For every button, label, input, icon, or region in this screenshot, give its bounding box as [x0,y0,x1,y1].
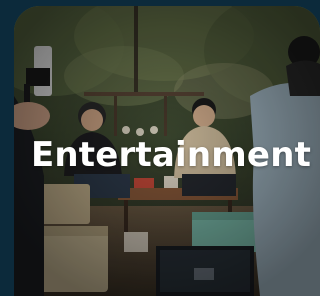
category-tile[interactable]: Entertainment [0,0,320,296]
entertainment-card[interactable]: Entertainment [14,6,320,296]
card-title: Entertainment [30,135,312,175]
